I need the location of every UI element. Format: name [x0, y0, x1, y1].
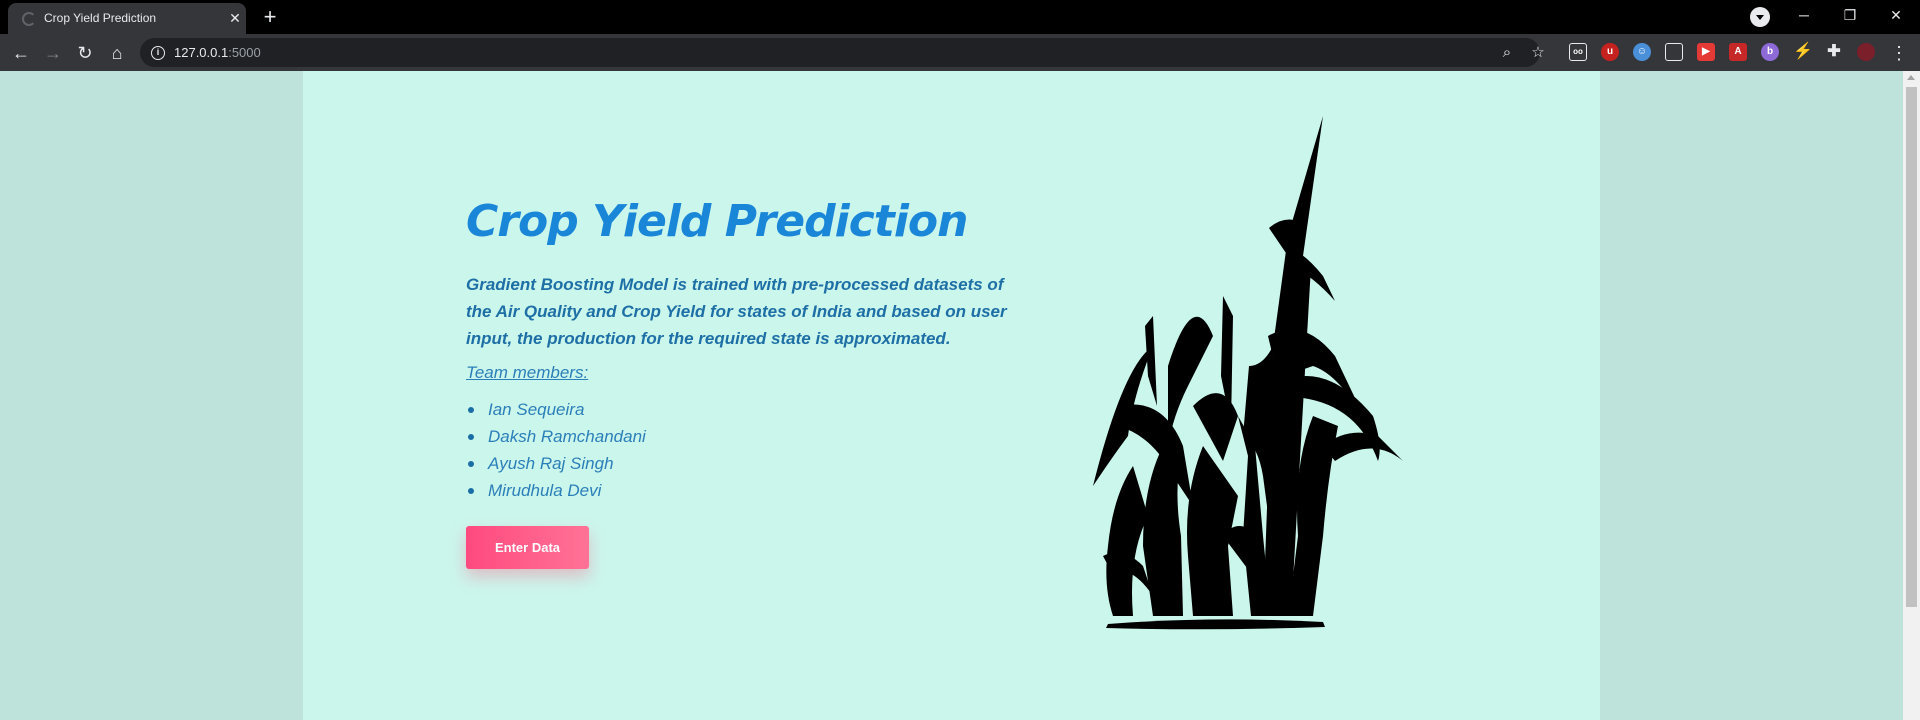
vertical-scrollbar[interactable] [1903, 71, 1920, 720]
bing-icon[interactable]: b [1761, 43, 1779, 61]
browser-titlebar: Crop Yield Prediction ✕ + ─ ❐ ✕ [0, 0, 1920, 34]
list-item: Daksh Ramchandani [466, 423, 646, 450]
download-menu-icon[interactable] [1750, 7, 1770, 27]
new-tab-button[interactable]: + [257, 6, 283, 30]
video-extension-icon[interactable]: ▶ [1697, 43, 1715, 61]
url-port: :5000 [228, 45, 261, 60]
loading-favicon-icon [22, 12, 36, 26]
list-item: Mirudhula Devi [466, 477, 646, 504]
project-description: Gradient Boosting Model is trained with … [466, 275, 1007, 348]
avatar[interactable] [1857, 43, 1875, 61]
zoom-icon[interactable]: ⌕ [1497, 43, 1517, 63]
browser-menu-icon[interactable]: ⋮ [1890, 41, 1908, 65]
ublock-icon[interactable]: u [1601, 43, 1619, 61]
close-window-button[interactable]: ✕ [1873, 0, 1919, 30]
browser-toolbar: ← → ↻ ⌂ i 127.0.0.1:5000 ⌕ ☆ oo u ☺ ▶ A … [0, 34, 1920, 71]
extension-face-icon[interactable]: ☺ [1633, 43, 1651, 61]
list-item: Ayush Raj Singh [466, 450, 646, 477]
info-icon[interactable]: i [151, 46, 165, 60]
scrollbar-thumb[interactable] [1906, 87, 1917, 607]
forward-arrow-icon[interactable]: → [40, 40, 66, 66]
extensions-puzzle-icon[interactable]: ✚ [1825, 43, 1843, 61]
address-bar[interactable]: i 127.0.0.1:5000 ⌕ ☆ [140, 38, 1545, 67]
url-host: 127.0.0.1 [174, 45, 229, 60]
minimize-button[interactable]: ─ [1781, 0, 1827, 30]
home-icon[interactable]: ⌂ [104, 40, 130, 66]
url-text[interactable]: 127.0.0.1:5000 [174, 45, 261, 60]
bolt-icon[interactable]: ⚡ [1793, 43, 1813, 61]
page-title: Crop Yield Prediction [466, 196, 968, 247]
main-container: Crop Yield Prediction Gradient Boosting … [303, 71, 1600, 720]
reload-icon[interactable]: ↻ [72, 40, 98, 66]
scroll-up-icon[interactable] [1907, 75, 1915, 80]
back-arrow-icon[interactable]: ← [8, 40, 34, 66]
bookmark-star-icon[interactable]: ☆ [1528, 43, 1548, 63]
close-tab-icon[interactable]: ✕ [226, 9, 244, 27]
crop-plant-illustration [1093, 116, 1403, 630]
team-member-list: Ian Sequeira Daksh Ramchandani Ayush Raj… [466, 396, 646, 504]
browser-tab[interactable]: Crop Yield Prediction ✕ [8, 3, 246, 34]
page-viewport: Crop Yield Prediction Gradient Boosting … [0, 71, 1920, 720]
picture-in-picture-icon[interactable] [1665, 43, 1683, 61]
restore-button[interactable]: ❐ [1827, 0, 1873, 30]
team-heading: Team members: [466, 363, 589, 382]
reader-mode-icon[interactable]: oo [1569, 43, 1587, 61]
list-item: Ian Sequeira [466, 396, 646, 423]
tab-title: Crop Yield Prediction [44, 11, 157, 25]
acrobat-icon[interactable]: A [1729, 43, 1747, 61]
enter-data-button[interactable]: Enter Data [466, 526, 589, 569]
